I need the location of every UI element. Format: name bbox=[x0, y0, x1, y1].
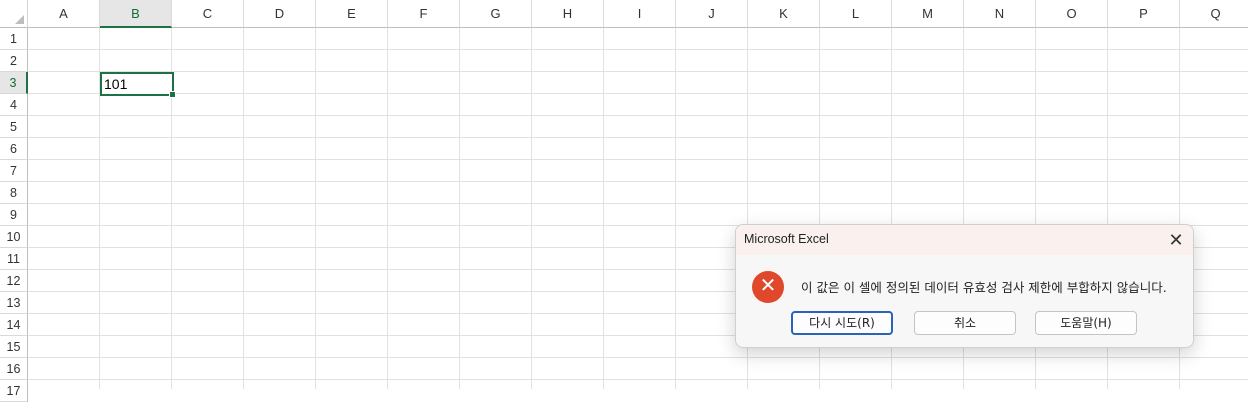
column-header-l[interactable]: L bbox=[820, 0, 892, 28]
column-header-row: ABCDEFGHIJKLMNOPQ bbox=[0, 0, 1248, 28]
column-header-q[interactable]: Q bbox=[1180, 0, 1248, 28]
row-header-14[interactable]: 14 bbox=[0, 314, 28, 336]
fill-handle[interactable] bbox=[169, 91, 176, 98]
row-header-9[interactable]: 9 bbox=[0, 204, 28, 226]
row-header-16[interactable]: 16 bbox=[0, 358, 28, 380]
row-header-2[interactable]: 2 bbox=[0, 50, 28, 72]
row-header-7[interactable]: 7 bbox=[0, 160, 28, 182]
column-header-e[interactable]: E bbox=[316, 0, 388, 28]
column-header-c[interactable]: C bbox=[172, 0, 244, 28]
column-header-m[interactable]: M bbox=[892, 0, 964, 28]
dialog-title: Microsoft Excel bbox=[744, 232, 829, 246]
column-header-f[interactable]: F bbox=[388, 0, 460, 28]
column-header-g[interactable]: G bbox=[460, 0, 532, 28]
row-header-1[interactable]: 1 bbox=[0, 28, 28, 50]
column-header-n[interactable]: N bbox=[964, 0, 1036, 28]
active-cell-B3[interactable]: 101 bbox=[100, 72, 176, 98]
row-header-15[interactable]: 15 bbox=[0, 336, 28, 358]
row-header-6[interactable]: 6 bbox=[0, 138, 28, 160]
dialog-title-bar[interactable]: Microsoft Excel ✕ bbox=[736, 225, 1193, 255]
select-all-corner[interactable] bbox=[0, 0, 28, 28]
column-header-j[interactable]: J bbox=[676, 0, 748, 28]
row-header-10[interactable]: 10 bbox=[0, 226, 28, 248]
column-header-d[interactable]: D bbox=[244, 0, 316, 28]
row-header-12[interactable]: 12 bbox=[0, 270, 28, 292]
column-header-i[interactable]: I bbox=[604, 0, 676, 28]
dialog-message: 이 값은 이 셀에 정의된 데이터 유효성 검사 제한에 부합하지 않습니다. bbox=[801, 280, 1167, 295]
column-header-o[interactable]: O bbox=[1036, 0, 1108, 28]
close-icon[interactable]: ✕ bbox=[1165, 229, 1187, 251]
retry-button[interactable]: 다시 시도(R) bbox=[791, 311, 893, 335]
column-header-b[interactable]: B bbox=[100, 0, 172, 28]
row-header-5[interactable]: 5 bbox=[0, 116, 28, 138]
validation-error-dialog: Microsoft Excel ✕ ✕ 이 값은 이 셀에 정의된 데이터 유효… bbox=[735, 224, 1194, 348]
column-header-a[interactable]: A bbox=[28, 0, 100, 28]
select-all-triangle-icon bbox=[15, 15, 24, 24]
column-header-k[interactable]: K bbox=[748, 0, 820, 28]
row-header-8[interactable]: 8 bbox=[0, 182, 28, 204]
column-header-h[interactable]: H bbox=[532, 0, 604, 28]
help-button[interactable]: 도움말(H) bbox=[1035, 311, 1137, 335]
cancel-button[interactable]: 취소 bbox=[914, 311, 1016, 335]
row-header-13[interactable]: 13 bbox=[0, 292, 28, 314]
column-header-p[interactable]: P bbox=[1108, 0, 1180, 28]
active-cell-value: 101 bbox=[104, 76, 128, 92]
error-icon: ✕ bbox=[752, 271, 784, 303]
row-header-3[interactable]: 3 bbox=[0, 72, 28, 94]
row-header-4[interactable]: 4 bbox=[0, 94, 28, 116]
row-header-11[interactable]: 11 bbox=[0, 248, 28, 270]
row-header-17[interactable]: 17 bbox=[0, 380, 28, 402]
